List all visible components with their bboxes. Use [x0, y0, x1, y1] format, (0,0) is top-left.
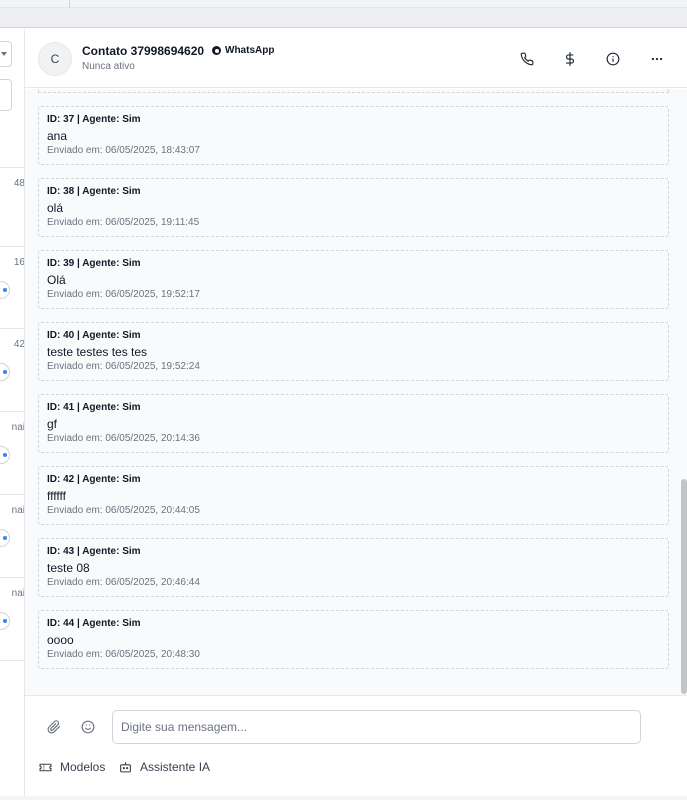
message-timestamp: Enviado em: 06/05/2025, 20:44:05 — [47, 505, 200, 516]
app-top-strip — [0, 8, 687, 28]
top-divider — [69, 0, 70, 8]
browser-top-bar — [0, 0, 687, 8]
message-timestamp: Enviado em: 06/05/2025, 19:11:45 — [47, 217, 200, 228]
bot-icon — [118, 761, 132, 773]
more-icon — [651, 57, 663, 61]
message-meta: ID: 38 | Agente: Sim — [47, 186, 141, 197]
message-text: teste testes tes tes — [47, 345, 148, 359]
message-bubble: ID: 39 | Agente: Sim Olá Enviado em: 06/… — [38, 250, 669, 309]
message-bubble: ID: 41 | Agente: Sim gf Enviado em: 06/0… — [38, 394, 669, 453]
chat-header: C Contato 37998694620 WhatsApp Nunca ati… — [25, 29, 687, 88]
message-bubble: ID: 42 | Agente: Sim ffffff Enviado em: … — [38, 466, 669, 525]
conversation-item[interactable]: 48 — [0, 167, 25, 249]
message-bubble: ID: 38 | Agente: Sim olá Enviado em: 06/… — [38, 178, 669, 237]
channel-label: WhatsApp — [225, 45, 275, 56]
emoji-button[interactable] — [79, 718, 97, 736]
phone-icon — [520, 52, 534, 66]
message-meta: ID: 37 | Agente: Sim — [47, 114, 141, 125]
templates-button[interactable]: Modelos — [38, 760, 105, 774]
paperclip-icon — [47, 720, 61, 734]
unread-badge — [0, 363, 10, 381]
conversation-sidebar: 48 16 42 nai nai nai — [0, 29, 25, 800]
info-icon — [606, 52, 620, 66]
message-timestamp: Enviado em: 06/05/2025, 20:48:30 — [47, 649, 200, 660]
ai-assistant-label: Assistente IA — [140, 760, 211, 774]
dollar-icon — [565, 52, 575, 66]
smiley-icon — [81, 720, 95, 734]
message-text: oooo — [47, 633, 74, 647]
attach-button[interactable] — [45, 718, 63, 736]
conversation-time: 16 — [13, 257, 25, 268]
message-text: olá — [47, 201, 64, 215]
call-button[interactable] — [516, 48, 538, 70]
channel-badge: WhatsApp — [212, 45, 274, 56]
conversation-time: nai — [11, 588, 25, 599]
message-input[interactable] — [112, 710, 641, 744]
scrollbar[interactable] — [681, 479, 687, 694]
more-options-button[interactable] — [646, 48, 668, 70]
conversation-time: 42 — [13, 339, 25, 350]
sidebar-search-input[interactable] — [0, 79, 12, 111]
unread-badge — [0, 281, 10, 299]
message-meta: ID: 41 | Agente: Sim — [47, 402, 141, 413]
unread-badge — [0, 529, 10, 547]
conversation-item[interactable]: 42 — [0, 328, 25, 410]
info-button[interactable] — [602, 48, 624, 70]
conversation-time: nai — [11, 505, 25, 516]
message-meta: ID: 39 | Agente: Sim — [47, 258, 141, 269]
conversation-item[interactable]: 16 — [0, 246, 25, 328]
message-list[interactable]: ID: 37 | Agente: Sim ana Enviado em: 06/… — [25, 89, 687, 695]
conversation-item[interactable]: nai — [0, 494, 25, 576]
sidebar-divider — [0, 660, 24, 662]
filter-dropdown[interactable] — [0, 41, 12, 67]
message-meta: ID: 44 | Agente: Sim — [47, 618, 141, 629]
whatsapp-icon — [212, 46, 221, 55]
conversation-item[interactable]: nai — [0, 577, 25, 659]
message-text: ana — [47, 129, 68, 143]
message-bubble: ID: 40 | Agente: Sim teste testes tes te… — [38, 322, 669, 381]
message-text: gf — [47, 417, 58, 431]
conversation-item[interactable]: nai — [0, 411, 25, 493]
message-bubble: ID: 43 | Agente: Sim teste 08 Enviado em… — [38, 538, 669, 597]
message-meta: ID: 42 | Agente: Sim — [47, 474, 141, 485]
message-text: ffffff — [47, 489, 66, 503]
unread-badge — [0, 612, 10, 630]
payment-button[interactable] — [559, 48, 581, 70]
message-composer: Modelos Assistente IA — [25, 695, 687, 800]
message-bubble: ID: 37 | Agente: Sim ana Enviado em: 06/… — [38, 106, 669, 165]
previous-message-edge — [38, 89, 669, 93]
message-timestamp: Enviado em: 06/05/2025, 20:46:44 — [47, 577, 200, 588]
chat-panel: C Contato 37998694620 WhatsApp Nunca ati… — [25, 29, 687, 800]
ticket-icon — [38, 761, 52, 773]
message-meta: ID: 43 | Agente: Sim — [47, 546, 141, 557]
message-timestamp: Enviado em: 06/05/2025, 18:43:07 — [47, 145, 200, 156]
message-timestamp: Enviado em: 06/05/2025, 20:14:36 — [47, 433, 200, 444]
message-timestamp: Enviado em: 06/05/2025, 19:52:24 — [47, 361, 200, 372]
contact-name: Contato 37998694620 — [82, 44, 205, 58]
contact-status: Nunca ativo — [82, 61, 135, 72]
templates-label: Modelos — [60, 760, 106, 774]
message-bubble: ID: 44 | Agente: Sim oooo Enviado em: 06… — [38, 610, 669, 669]
ai-assistant-button[interactable]: Assistente IA — [118, 760, 210, 774]
conversation-time: nai — [11, 422, 25, 433]
avatar: C — [38, 42, 72, 76]
message-meta: ID: 40 | Agente: Sim — [47, 330, 141, 341]
message-text: teste 08 — [47, 561, 90, 575]
unread-badge — [0, 446, 10, 464]
conversation-time: 48 — [13, 178, 25, 189]
message-text: Olá — [47, 273, 66, 287]
bottom-edge — [0, 796, 687, 800]
message-timestamp: Enviado em: 06/05/2025, 19:52:17 — [47, 289, 200, 300]
